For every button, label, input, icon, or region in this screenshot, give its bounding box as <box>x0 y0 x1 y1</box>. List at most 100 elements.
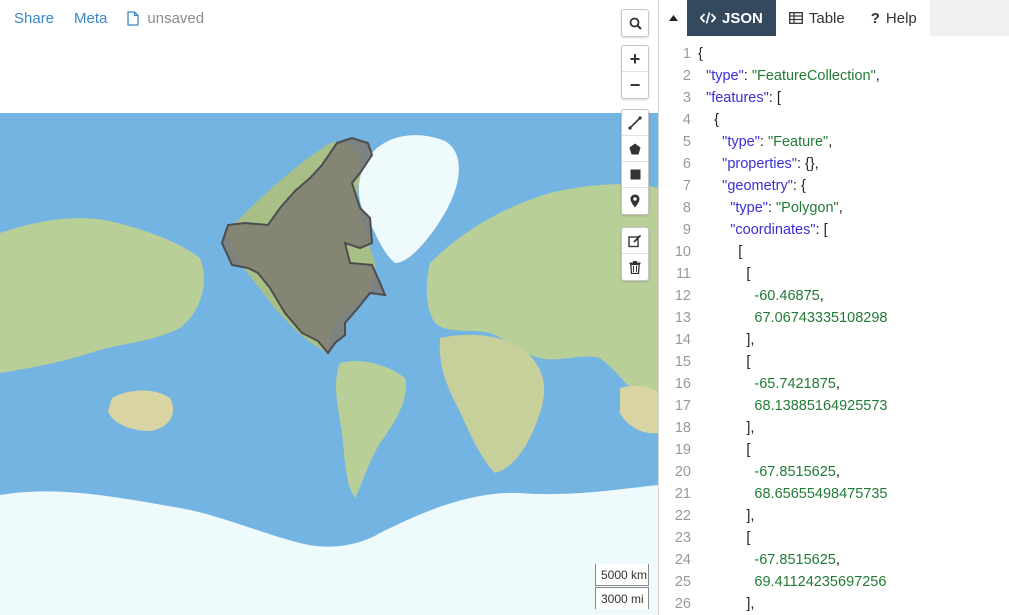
file-icon <box>127 10 140 26</box>
line-number-gutter: 1 2 3 4 5 6 7 8 9 10 11 12 13 14 15 16 17 18 19 20 21 22 23 24 2… <box>659 43 691 615</box>
code-line: 68.13885164925573 <box>698 395 1009 417</box>
line-number: 26 <box>674 596 691 612</box>
json-key: "type" <box>706 68 744 84</box>
meta-link[interactable]: Meta <box>74 10 107 27</box>
draw-polygon-button[interactable] <box>622 136 648 162</box>
line-number: 11 <box>675 266 691 282</box>
line-number: 3 <box>682 90 691 106</box>
json-value: -65.7421875 <box>754 376 836 392</box>
line-number: 15 <box>674 354 691 370</box>
json-key: "coordinates" <box>730 222 816 238</box>
scale-imperial: 3000 mi <box>595 587 649 609</box>
tab-table-label: Table <box>808 9 845 27</box>
code-line: "type": "Feature", <box>722 134 833 150</box>
search-button[interactable] <box>622 10 648 36</box>
tab-json-label: JSON <box>722 9 763 27</box>
edit-toolbar <box>621 227 649 281</box>
code-line: -65.7421875, <box>754 376 840 392</box>
draw-line-icon <box>628 115 642 130</box>
draw-rectangle-icon <box>630 169 640 180</box>
line-number: 20 <box>674 464 691 480</box>
tab-help[interactable]: ? Help <box>858 0 930 36</box>
line-number: 1 <box>682 46 691 62</box>
line-number: 10 <box>674 244 691 260</box>
line-number: 17 <box>674 398 691 414</box>
edit-layers-icon <box>628 234 642 247</box>
draw-marker-icon <box>630 194 640 208</box>
line-number: 23 <box>674 530 691 546</box>
app-window: Share Meta unsaved + − 5000 km 3000 mi J… <box>0 0 1009 615</box>
code-line: "coordinates": [ <box>730 222 828 238</box>
line-number: 24 <box>674 552 691 568</box>
json-value: "FeatureCollection" <box>751 68 876 84</box>
edit-layers-button[interactable] <box>622 228 648 254</box>
code-line: 68.65655498475735 <box>698 483 1009 505</box>
code-line: "type": "FeatureCollection", <box>706 68 880 84</box>
code-lines: { "type": "FeatureCollection", "features… <box>698 43 1009 615</box>
zoom-out-button[interactable]: − <box>622 72 648 98</box>
json-value: "Feature" <box>767 134 829 150</box>
line-number: 14 <box>674 332 691 348</box>
search-icon <box>629 17 642 30</box>
line-number: 6 <box>682 156 691 172</box>
draw-toolbar <box>621 109 649 215</box>
line-number: 7 <box>682 178 691 194</box>
code-line: { <box>698 46 703 62</box>
scale-metric: 5000 km <box>595 564 649 586</box>
zoom-in-icon: + <box>629 48 641 69</box>
line-number: 2 <box>682 68 691 84</box>
code-line: ], <box>746 508 755 524</box>
json-value: 68.65655498475735 <box>754 486 888 502</box>
json-value: -67.8515625 <box>754 552 836 568</box>
draw-polygon-icon <box>629 143 641 154</box>
tab-help-label: Help <box>885 9 917 27</box>
line-number: 8 <box>682 200 691 216</box>
code-line: -67.8515625, <box>754 552 840 568</box>
collapse-button[interactable] <box>659 0 687 36</box>
zoom-out-icon: − <box>629 75 641 95</box>
json-key: "type" <box>730 200 768 216</box>
json-key: "geometry" <box>722 178 793 194</box>
json-value: -67.8515625 <box>754 464 836 480</box>
json-value: -60.46875 <box>754 288 820 304</box>
zoom-in-button[interactable]: + <box>622 46 648 72</box>
code-line: [ <box>746 530 751 546</box>
line-number: 13 <box>674 310 691 326</box>
tabbar-filler <box>929 0 1009 36</box>
code-line: ], <box>746 420 755 436</box>
code-line: [ <box>738 244 743 260</box>
map-canvas[interactable] <box>0 113 658 615</box>
json-value: 69.41124235697256 <box>754 574 887 590</box>
zoom-control: + − <box>621 45 649 99</box>
draw-marker-button[interactable] <box>622 188 648 214</box>
file-status-label: unsaved <box>147 9 205 27</box>
json-code-editor[interactable]: 1 2 3 4 5 6 7 8 9 10 11 12 13 14 15 16 17 18 19 20 21 22 23 24 2… <box>659 36 1009 615</box>
draw-rectangle-button[interactable] <box>622 162 648 188</box>
code-line: "geometry": { <box>722 178 806 194</box>
delete-layers-icon <box>629 260 641 274</box>
caret-up-icon <box>668 15 678 21</box>
code-line: 69.41124235697256 <box>698 571 1009 593</box>
delete-layers-button[interactable] <box>622 254 648 280</box>
code-line: [ <box>746 354 751 370</box>
code-icon <box>700 12 716 24</box>
tab-json[interactable]: JSON <box>687 0 776 36</box>
line-number: 19 <box>674 442 691 458</box>
code-line: "properties": {}, <box>722 156 819 172</box>
code-line: 67.06743335108298 <box>698 307 1009 329</box>
file-status[interactable]: unsaved <box>127 10 204 27</box>
line-number: 16 <box>674 376 691 392</box>
json-key: "properties" <box>722 156 797 172</box>
code-line: "type": "Polygon", <box>730 200 843 216</box>
json-key: "type" <box>722 134 760 150</box>
code-line: ], <box>746 596 755 612</box>
line-number: 5 <box>682 134 691 150</box>
share-link[interactable]: Share <box>14 10 54 27</box>
table-icon <box>788 12 803 24</box>
draw-line-button[interactable] <box>622 110 648 136</box>
top-nav: Share Meta unsaved <box>0 0 600 36</box>
tab-table[interactable]: Table <box>776 0 858 36</box>
code-line: -60.46875, <box>754 288 824 304</box>
editor-tabbar: JSON Table ? Help <box>659 0 1009 36</box>
editor-pane: JSON Table ? Help 1234567 8 9 10 11 12 1… <box>659 0 1009 615</box>
